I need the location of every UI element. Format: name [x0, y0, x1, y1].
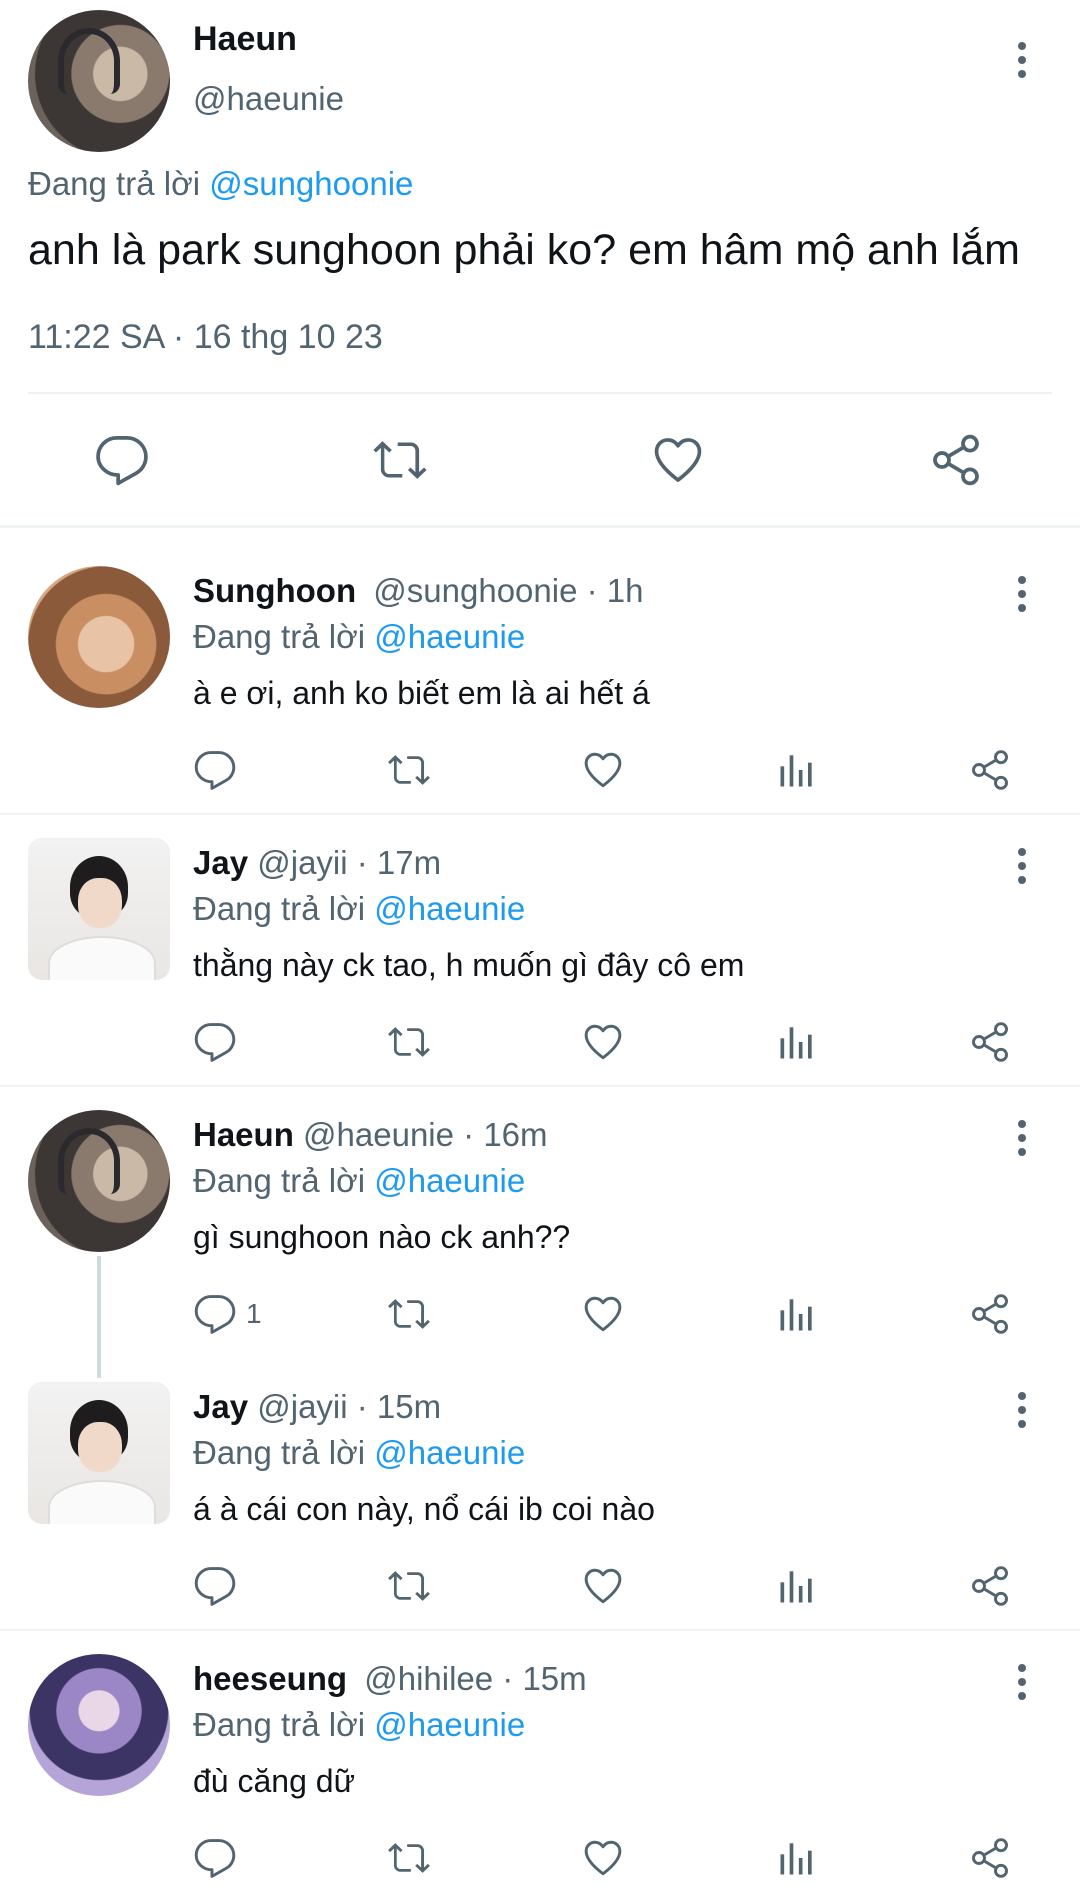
divider — [28, 392, 1052, 394]
more-options-icon[interactable] — [1016, 42, 1028, 84]
retweet-icon[interactable] — [387, 1292, 431, 1336]
retweet-icon[interactable] — [387, 1836, 431, 1880]
replying-prefix: Đang trả lời — [193, 1162, 366, 1199]
retweet-icon[interactable] — [387, 748, 431, 792]
reply-header: Haeun @haeunie · 16m — [193, 1116, 548, 1154]
replying-prefix: Đang trả lời — [193, 1434, 366, 1471]
author-name[interactable]: Sunghoon — [193, 572, 356, 609]
avatar[interactable] — [28, 1110, 170, 1252]
more-options-icon[interactable] — [1016, 1392, 1028, 1434]
views-icon[interactable] — [775, 1836, 819, 1880]
reply-header: Jay @jayii · 15m — [193, 1388, 441, 1426]
like-icon[interactable] — [581, 1836, 625, 1880]
replying-prefix: Đang trả lời — [193, 618, 366, 655]
replying-to: Đang trả lời @haeunie — [193, 618, 525, 656]
reply-header: Jay @jayii · 17m — [193, 844, 441, 882]
reply-icon[interactable] — [193, 748, 237, 792]
more-options-icon[interactable] — [1016, 1664, 1028, 1706]
views-icon[interactable] — [775, 1292, 819, 1336]
author-name[interactable]: heeseung — [193, 1660, 347, 1697]
retweet-icon[interactable] — [372, 432, 428, 488]
reply-icon[interactable] — [193, 1020, 237, 1064]
share-icon[interactable] — [968, 1564, 1012, 1608]
reply-text: gì sunghoon nào ck anh?? — [193, 1219, 571, 1255]
replying-prefix: Đang trả lời — [193, 1706, 366, 1743]
like-icon[interactable] — [581, 1292, 625, 1336]
thread-line — [97, 1256, 101, 1378]
more-options-icon[interactable] — [1016, 848, 1028, 890]
reply-icon[interactable] — [193, 1836, 237, 1880]
author-handle[interactable]: @hihilee — [364, 1660, 493, 1697]
reply-time: · 15m — [502, 1660, 587, 1697]
share-icon[interactable] — [968, 748, 1012, 792]
share-icon[interactable] — [968, 1020, 1012, 1064]
reply-text: thằng này ck tao, h muốn gì đây cô em — [193, 947, 745, 983]
section-divider — [0, 813, 1080, 815]
reply-icon[interactable] — [94, 432, 150, 488]
avatar[interactable] — [28, 10, 170, 152]
author-name[interactable]: Jay — [193, 1388, 248, 1425]
section-divider — [0, 1629, 1080, 1631]
author-name[interactable]: Jay — [193, 844, 248, 881]
reply-icon[interactable] — [193, 1292, 237, 1336]
section-divider — [0, 1085, 1080, 1087]
retweet-icon[interactable] — [387, 1564, 431, 1608]
author-handle[interactable]: @jayii — [257, 1388, 347, 1425]
like-icon[interactable] — [650, 432, 706, 488]
reply-text: à e ơi, anh ko biết em là ai hết á — [193, 675, 650, 711]
headphones-decoration — [58, 1128, 120, 1194]
tweet-text: anh là park sunghoon phải ko? em hâm mộ … — [28, 226, 1021, 274]
like-icon[interactable] — [581, 748, 625, 792]
author-name[interactable]: Haeun — [193, 1116, 294, 1153]
more-options-icon[interactable] — [1016, 1120, 1028, 1162]
replying-to: Đang trả lời @haeunie — [193, 890, 525, 928]
replying-mention[interactable]: @haeunie — [374, 618, 525, 655]
replying-mention[interactable]: @haeunie — [374, 1162, 525, 1199]
views-icon[interactable] — [775, 1564, 819, 1608]
avatar[interactable] — [28, 1654, 170, 1796]
avatar[interactable] — [28, 566, 170, 708]
reply-time: · 15m — [356, 1388, 442, 1425]
like-icon[interactable] — [581, 1020, 625, 1064]
author-name[interactable]: Haeun — [193, 20, 297, 59]
share-icon[interactable] — [968, 1292, 1012, 1336]
reply-text: đù căng dữ — [193, 1763, 355, 1799]
share-icon[interactable] — [968, 1836, 1012, 1880]
avatar[interactable] — [28, 838, 170, 980]
replying-prefix: Đang trả lời — [193, 890, 366, 927]
replying-to: Đang trả lời @haeunie — [193, 1162, 525, 1200]
reply-text: á à cái con này, nổ cái ib coi nào — [193, 1491, 655, 1527]
reply-header: Sunghoon @sunghoonie · 1h — [193, 572, 644, 610]
replying-mention[interactable]: @haeunie — [374, 890, 525, 927]
reply-time: · 16m — [463, 1116, 548, 1153]
replying-mention[interactable]: @haeunie — [374, 1434, 525, 1471]
replying-to: Đang trả lời @haeunie — [193, 1434, 525, 1472]
reply-time: · 1h — [586, 572, 644, 609]
retweet-icon[interactable] — [387, 1020, 431, 1064]
reply-icon[interactable] — [193, 1564, 237, 1608]
author-handle[interactable]: @sunghoonie — [373, 572, 577, 609]
author-handle[interactable]: @jayii — [257, 844, 347, 881]
reply-time: · 17m — [356, 844, 442, 881]
replying-prefix: Đang trả lời — [28, 165, 201, 202]
more-options-icon[interactable] — [1016, 576, 1028, 618]
replying-mention[interactable]: @sunghoonie — [209, 165, 413, 202]
headphones-decoration — [58, 28, 120, 94]
author-handle[interactable]: @haeunie — [303, 1116, 454, 1153]
replying-to: Đang trả lời @haeunie — [193, 1706, 525, 1744]
replying-mention[interactable]: @haeunie — [374, 1706, 525, 1743]
replying-to: Đang trả lời @sunghoonie — [28, 165, 413, 203]
views-icon[interactable] — [775, 748, 819, 792]
avatar[interactable] — [28, 1382, 170, 1524]
like-icon[interactable] — [581, 1564, 625, 1608]
section-divider — [0, 525, 1080, 528]
author-handle[interactable]: @haeunie — [193, 80, 344, 118]
reply-header: heeseung @hihilee · 15m — [193, 1660, 587, 1698]
tweet-timestamp: 11:22 SA · 16 thg 10 23 — [28, 318, 383, 356]
views-icon[interactable] — [775, 1020, 819, 1064]
reply-count: 1 — [246, 1298, 262, 1329]
share-icon[interactable] — [928, 432, 984, 488]
